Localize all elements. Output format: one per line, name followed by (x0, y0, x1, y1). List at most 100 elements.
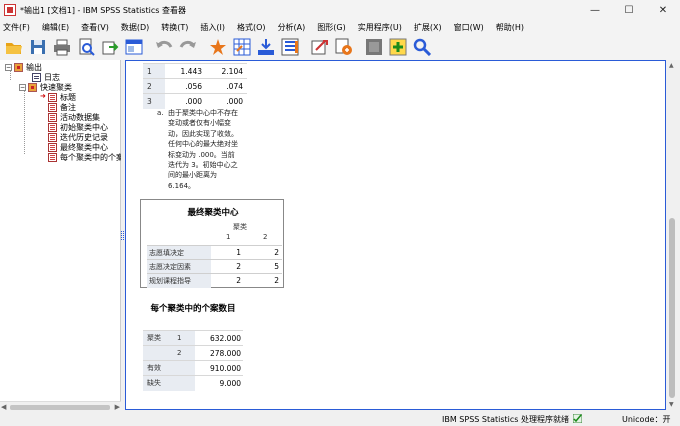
menu-utilities[interactable]: 实用程序(U) (358, 22, 402, 33)
menu-view[interactable]: 查看(V) (81, 22, 109, 33)
cell-value: .000 (206, 93, 247, 109)
row-label: 志愿决定因素 (147, 260, 211, 274)
final-cluster-centers-table[interactable]: 最终聚类中心 聚类 1 2 志愿填决定 1 2 志愿决定因素 2 5 规划课程指… (140, 199, 284, 288)
goto-data-icon[interactable] (208, 37, 228, 57)
menu-help[interactable]: 帮助(H) (496, 22, 524, 33)
table-row: 缺失 9.000 (143, 375, 243, 391)
scroll-up-icon[interactable]: ▲ (669, 62, 674, 69)
row-label (143, 346, 195, 361)
table-row: 志愿填决定 1 2 (147, 245, 282, 260)
menu-analyze[interactable]: 分析(A) (278, 22, 306, 33)
outline-horizontal-scrollbar[interactable]: ◀ ▶ (0, 401, 121, 413)
case-counts-title: 每个聚类中的个案数目 (150, 304, 236, 314)
table-row: 聚类 1 632.000 (143, 330, 243, 346)
menu-edit[interactable]: 编辑(E) (42, 22, 69, 33)
row-label: 缺失 (143, 376, 195, 391)
cell-value: 9.000 (219, 379, 241, 388)
menu-window[interactable]: 窗口(W) (454, 22, 484, 33)
close-button[interactable]: ✕ (646, 0, 680, 20)
splitter-grip-icon[interactable] (121, 231, 124, 240)
case-counts-table: 聚类 1 632.000 2 278.000 有效 910.000 缺失 9.0… (143, 330, 243, 391)
designate-window-icon[interactable] (310, 37, 330, 57)
table-row: 规划课程指导 2 2 (147, 273, 282, 288)
scroll-thumb[interactable] (669, 218, 675, 398)
table-row: 1 1.443 2.104 (143, 63, 247, 79)
undo-icon[interactable] (154, 37, 174, 57)
output-book-icon (14, 63, 23, 72)
outline-pane: − 输出 日志 − 快速聚类 ➜ 标题 备注 活动数据集 初始聚类中心 迭代历史… (0, 60, 124, 413)
redo-icon[interactable] (178, 37, 198, 57)
print-icon[interactable] (52, 37, 72, 57)
cell-value: .056 (165, 78, 206, 94)
collapse-icon[interactable]: − (19, 84, 26, 91)
processor-status: IBM SPSS Statistics 处理程序就绪 (442, 415, 570, 424)
menu-format[interactable]: 格式(O) (237, 22, 266, 33)
footnote-line: 由于聚类中心中不存在 (168, 109, 238, 117)
menu-graphs[interactable]: 图形(G) (317, 22, 345, 33)
cases-per-cluster-item-icon (48, 153, 57, 162)
tree-node-cases-per-cluster-label: 每个聚类中的个案 (60, 153, 124, 162)
scroll-thumb[interactable] (10, 405, 110, 410)
row-label: 聚类 (143, 331, 195, 346)
maximize-button[interactable]: ☐ (612, 0, 646, 20)
scroll-down-icon[interactable]: ▼ (669, 401, 674, 408)
goto-case-icon[interactable] (232, 37, 252, 57)
scroll-left-icon[interactable]: ◀ (1, 403, 6, 411)
cell-value: 278.000 (209, 349, 241, 358)
notes-item-icon (48, 103, 57, 112)
search-icon[interactable] (412, 37, 432, 57)
row-label: 志愿填决定 (147, 246, 211, 260)
cell-value: 632.000 (209, 334, 241, 343)
content-vertical-scrollbar[interactable]: ▲ ▼ (666, 60, 678, 410)
recall-dialog-icon[interactable] (124, 37, 144, 57)
footnote-line: 变动或者仅有小幅变 (168, 119, 231, 128)
final-centers-title: 最终聚类中心 (187, 208, 239, 218)
scroll-right-icon[interactable]: ▶ (115, 403, 120, 411)
table-row: 3 .000 .000 (143, 93, 247, 109)
cluster-col-2: 2 (263, 233, 268, 241)
tree-node-cases-per-cluster[interactable]: 每个聚类中的个案 (48, 152, 124, 163)
footnote-line: 迭代为 3。初始中心之 (168, 161, 238, 170)
final-centers-item-icon (48, 143, 57, 152)
cell-value: 2 (274, 276, 279, 285)
log-icon (32, 73, 41, 82)
variables-icon[interactable] (280, 37, 300, 57)
active-dataset-item-icon (48, 113, 57, 122)
row-sublabel: 2 (177, 349, 182, 357)
cell-value: .074 (206, 78, 247, 94)
cell-value: .000 (165, 93, 206, 109)
insert-item-icon[interactable] (388, 37, 408, 57)
cell-value: 2.104 (206, 63, 247, 79)
print-preview-icon[interactable] (76, 37, 96, 57)
cell-value: 1.443 (165, 63, 206, 79)
row-label: 1 (143, 63, 165, 79)
footnote-line: 动，因此实现了收敛。 (168, 129, 238, 138)
footnote-line: 标变动为 .000。当前 (168, 150, 235, 159)
minimize-button[interactable]: — (578, 0, 612, 20)
cell-value: 2 (274, 248, 279, 257)
menu-extensions[interactable]: 扩展(X) (414, 22, 442, 33)
row-label: 规划课程指导 (147, 274, 211, 288)
show-all-icon[interactable] (364, 37, 384, 57)
cell-value: 1 (236, 248, 241, 257)
collapse-icon[interactable]: − (5, 64, 12, 71)
save-icon[interactable] (28, 37, 48, 57)
insert-output-icon[interactable] (334, 37, 354, 57)
window-title: *输出1 [文档1] - IBM SPSS Statistics 查看器 (20, 5, 186, 15)
footnote-line: 任何中心的最大绝对坐 (168, 140, 238, 149)
table-row: 2 278.000 (143, 345, 243, 361)
menu-file[interactable]: 文件(F) (3, 22, 30, 33)
menu-insert[interactable]: 插入(I) (200, 22, 225, 33)
iteration-footnote: a. 由于聚类中心中不存在 变动或者仅有小幅变 动，因此实现了收敛。 任何中心的… (157, 108, 247, 191)
export-icon[interactable] (100, 37, 120, 57)
cell-value: 2 (236, 276, 241, 285)
cluster-col-1: 1 (226, 233, 231, 241)
iteration-history-item-icon (48, 133, 57, 142)
open-icon[interactable] (4, 37, 24, 57)
row-label: 有效 (143, 361, 195, 376)
menu-data[interactable]: 数据(D) (121, 22, 149, 33)
goto-variable-icon[interactable] (256, 37, 276, 57)
footnote-marker: a. (157, 109, 164, 117)
iteration-history-table: 1 1.443 2.104 2 .056 .074 3 .000 .000 (143, 63, 247, 109)
menu-transform[interactable]: 转换(T) (161, 22, 188, 33)
